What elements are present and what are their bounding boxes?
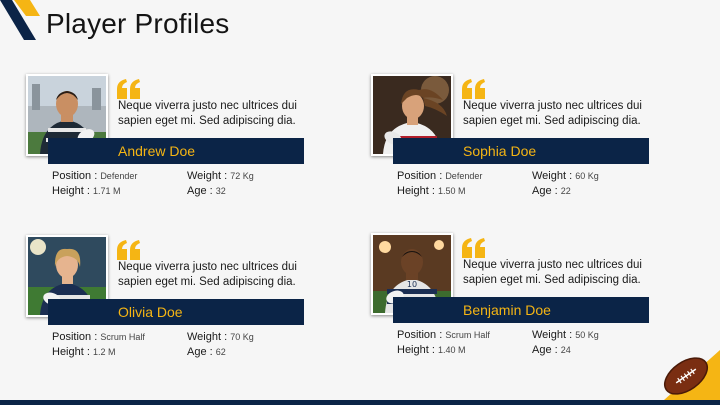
- name-bar: Olivia Doe: [48, 299, 304, 325]
- name-bar: Sophia Doe: [393, 138, 649, 164]
- player-quote: Neque viverra justo nec ultrices dui sap…: [118, 261, 297, 288]
- stat-label: Weight :: [532, 170, 573, 182]
- stat-height: Height : 1.71 M: [52, 184, 121, 199]
- stat-value: Scrum Half: [100, 332, 145, 342]
- stat-age: Age : 22: [532, 184, 571, 199]
- player-name: Andrew Doe: [118, 143, 196, 159]
- stat-weight: Weight : 70 Kg: [187, 330, 254, 345]
- stat-value: Scrum Half: [445, 330, 490, 340]
- stat-label: Weight :: [187, 170, 228, 182]
- stat-value: 72 Kg: [230, 171, 254, 181]
- stat-value: 22: [560, 185, 571, 196]
- corner-logo-icon: [0, 0, 40, 40]
- stat-label: Weight :: [532, 329, 573, 341]
- stat-label: Height :: [397, 184, 435, 197]
- player-card: Neque viverra justo nec ultrices dui sap…: [26, 235, 326, 365]
- stat-value: Defender: [445, 171, 483, 181]
- stat-value: 60 Kg: [575, 171, 599, 181]
- stat-label: Height :: [397, 343, 435, 356]
- stat-value: 1.50 M: [437, 185, 466, 196]
- stat-label: Age :: [187, 184, 213, 197]
- rugby-ball-icon: [664, 350, 720, 400]
- stat-height: Height : 1.40 M: [397, 343, 466, 358]
- stat-label: Position :: [52, 331, 98, 343]
- player-quote: Neque viverra justo nec ultrices dui sap…: [118, 100, 297, 127]
- footer-bar: [0, 400, 720, 405]
- stat-value: 70 Kg: [230, 332, 254, 342]
- stat-weight: Weight : 60 Kg: [532, 169, 599, 184]
- stat-value: 32: [215, 185, 226, 196]
- stat-height: Height : 1.50 M: [397, 184, 466, 199]
- stat-position: Position : Scrum Half: [397, 328, 490, 343]
- stat-value: 24: [560, 344, 571, 355]
- stat-value: 1.2 M: [92, 346, 116, 357]
- stat-label: Height :: [52, 184, 90, 197]
- player-name: Olivia Doe: [118, 304, 183, 320]
- stat-label: Age :: [187, 345, 213, 358]
- player-card: 10 Neque viverra justo nec ultrices dui …: [371, 233, 671, 363]
- player-quote: Neque viverra justo nec ultrices dui sap…: [463, 100, 642, 127]
- stat-height: Height : 1.2 M: [52, 345, 116, 360]
- player-card: Neque viverra justo nec ultrices dui sap…: [26, 74, 326, 204]
- stat-age: Age : 62: [187, 345, 226, 360]
- stat-position: Position : Defender: [397, 169, 482, 184]
- page-title: Player Profiles: [46, 8, 230, 39]
- name-bar: Benjamin Doe: [393, 297, 649, 323]
- stat-value: 1.71 M: [92, 185, 121, 196]
- stat-age: Age : 24: [532, 343, 571, 358]
- stat-value: 50 Kg: [575, 330, 599, 340]
- stat-label: Position :: [397, 329, 443, 341]
- stat-position: Position : Scrum Half: [52, 330, 145, 345]
- quote-icon: [462, 79, 485, 99]
- stat-value: 1.40 M: [437, 344, 466, 355]
- name-bar: Andrew Doe: [48, 138, 304, 164]
- stat-label: Age :: [532, 343, 558, 356]
- stat-value: Defender: [100, 171, 138, 181]
- quote-icon: [462, 238, 485, 258]
- stat-position: Position : Defender: [52, 169, 137, 184]
- stat-weight: Weight : 50 Kg: [532, 328, 599, 343]
- stat-label: Position :: [52, 170, 98, 182]
- quote-icon: [117, 79, 140, 99]
- stat-label: Height :: [52, 345, 90, 358]
- player-name: Benjamin Doe: [463, 302, 551, 318]
- stat-age: Age : 32: [187, 184, 226, 199]
- player-name: Sophia Doe: [463, 143, 537, 159]
- player-card: Neque viverra justo nec ultrices dui sap…: [371, 74, 671, 204]
- stat-weight: Weight : 72 Kg: [187, 169, 254, 184]
- stat-label: Position :: [397, 170, 443, 182]
- quote-icon: [117, 240, 140, 260]
- stat-value: 62: [215, 346, 226, 357]
- player-quote: Neque viverra justo nec ultrices dui sap…: [463, 259, 642, 286]
- stat-label: Weight :: [187, 331, 228, 343]
- svg-text:10: 10: [407, 280, 417, 289]
- stat-label: Age :: [532, 184, 558, 197]
